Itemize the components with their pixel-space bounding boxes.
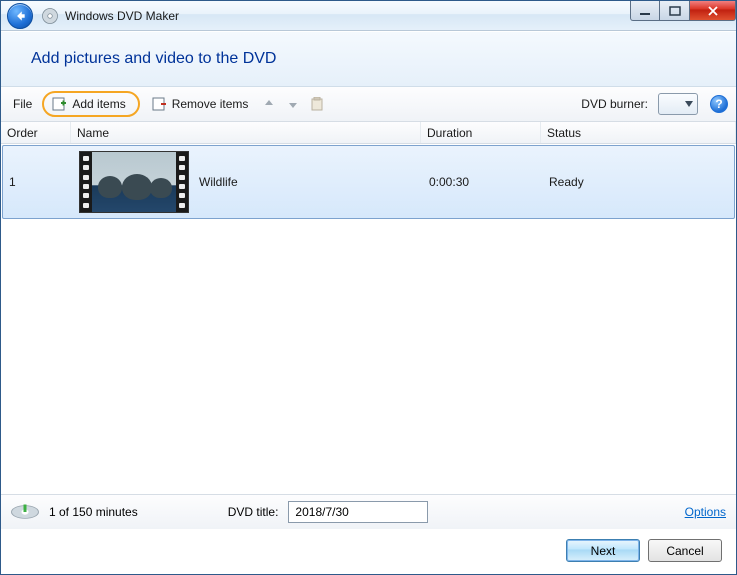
col-name[interactable]: Name: [71, 122, 421, 143]
dvd-burner-select[interactable]: [658, 93, 698, 115]
file-menu[interactable]: File: [9, 95, 36, 113]
video-thumbnail: [79, 151, 189, 213]
help-button[interactable]: ?: [710, 95, 728, 113]
window-controls: [630, 1, 736, 21]
back-button[interactable]: [7, 3, 33, 29]
dvd-title-label: DVD title:: [228, 505, 279, 519]
col-order[interactable]: Order: [1, 122, 71, 143]
remove-items-button[interactable]: Remove items: [146, 94, 255, 114]
next-button[interactable]: Next: [566, 539, 640, 562]
clipboard-icon: [311, 97, 323, 111]
status-bar: 1 of 150 minutes DVD title: Options: [1, 494, 736, 529]
minimize-button[interactable]: [630, 1, 660, 21]
item-status: Ready: [543, 175, 734, 189]
col-duration[interactable]: Duration: [421, 122, 541, 143]
cancel-label: Cancel: [666, 544, 703, 558]
close-button[interactable]: [690, 1, 736, 21]
next-label: Next: [591, 544, 616, 558]
app-title: Windows DVD Maker: [65, 9, 179, 23]
add-items-highlight: Add items: [42, 91, 139, 117]
app-window: Windows DVD Maker Add pictures and video…: [0, 0, 737, 575]
item-order: 1: [3, 175, 73, 189]
maximize-button[interactable]: [660, 1, 690, 21]
add-items-icon: [52, 96, 68, 112]
move-down-button[interactable]: [284, 95, 302, 113]
item-duration: 0:00:30: [423, 175, 543, 189]
maximize-icon: [669, 6, 681, 16]
disc-usage-icon: [11, 505, 39, 519]
help-icon: ?: [715, 97, 722, 111]
cancel-button[interactable]: Cancel: [648, 539, 722, 562]
paste-button[interactable]: [308, 95, 326, 113]
chevron-down-icon: [685, 101, 693, 107]
add-items-label: Add items: [72, 97, 125, 111]
add-items-button[interactable]: Add items: [46, 94, 131, 114]
heading-band: Add pictures and video to the DVD: [1, 31, 736, 87]
page-heading: Add pictures and video to the DVD: [31, 50, 706, 68]
list-item[interactable]: 1 Wildlife 0:00:30 Ready: [2, 145, 735, 219]
arrow-down-icon: [287, 98, 299, 110]
item-name: Wildlife: [199, 175, 238, 189]
item-list: Order Name Duration Status 1 Wildlife 0:…: [1, 122, 736, 494]
close-icon: [707, 6, 719, 16]
column-headers: Order Name Duration Status: [1, 122, 736, 144]
titlebar: Windows DVD Maker: [1, 1, 736, 31]
minimize-icon: [639, 6, 651, 16]
dvd-title-input[interactable]: [288, 501, 428, 523]
remove-items-label: Remove items: [172, 97, 249, 111]
options-link[interactable]: Options: [685, 505, 726, 519]
arrow-up-icon: [263, 98, 275, 110]
move-up-button[interactable]: [260, 95, 278, 113]
dvd-maker-icon: [41, 7, 59, 25]
toolbar: File Add items Remove items: [1, 87, 736, 122]
arrow-left-icon: [13, 9, 27, 23]
col-status[interactable]: Status: [541, 122, 736, 143]
footer: Next Cancel: [1, 529, 736, 574]
dvd-burner-label: DVD burner:: [581, 97, 648, 111]
remove-items-icon: [152, 96, 168, 112]
minutes-used: 1 of 150 minutes: [49, 505, 138, 519]
